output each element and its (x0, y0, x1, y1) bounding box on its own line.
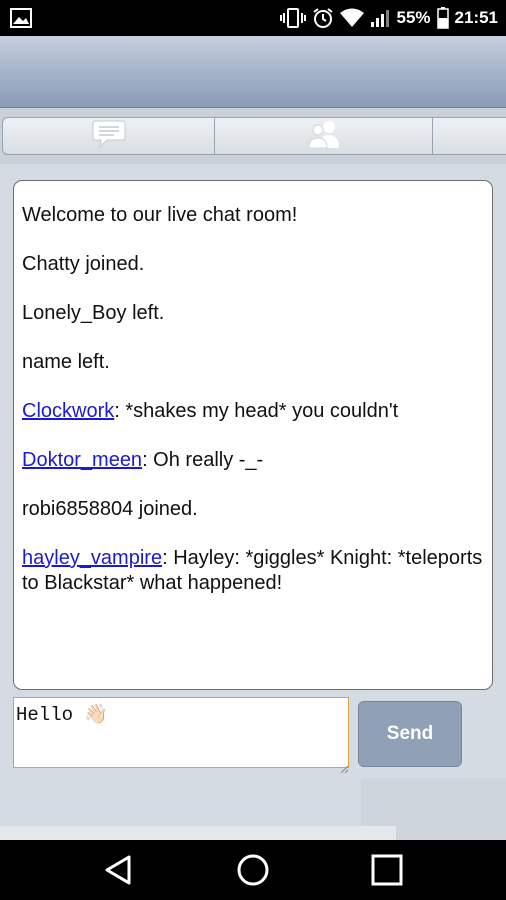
message-input[interactable]: Hello 👋🏻 (13, 697, 349, 768)
footer-strip (0, 826, 396, 840)
chat-message: Doktor_meen: Oh really -_- (22, 449, 264, 471)
username-link[interactable]: Doktor_meen (22, 449, 142, 471)
navigation-bar (0, 840, 506, 900)
chat-message: Lonely_Boy left. (22, 302, 165, 324)
chat-message: name left. (22, 351, 110, 373)
gallery-icon (10, 8, 32, 28)
vibrate-icon (280, 8, 307, 28)
app-header (0, 36, 506, 108)
battery-percent: 55% (396, 8, 431, 27)
status-bar: 55% 21:51 (0, 0, 506, 36)
tab-bar (0, 108, 506, 164)
tab-more[interactable] (432, 117, 506, 155)
recents-icon[interactable] (369, 852, 405, 888)
chat-message: Welcome to our live chat room! (22, 204, 298, 226)
chat-log: Welcome to our live chat room! Chatty jo… (13, 180, 493, 690)
chat-bubble-icon (92, 119, 126, 154)
tab-chat[interactable] (2, 117, 215, 155)
username-link[interactable]: hayley_vampire (22, 547, 162, 569)
chat-message: hayley_vampire: Hayley: *giggles* Knight… (22, 547, 483, 594)
battery-icon (436, 7, 449, 29)
send-button[interactable]: Send (358, 701, 462, 767)
clock: 21:51 (454, 8, 498, 27)
back-icon[interactable] (101, 852, 137, 888)
wifi-icon (340, 8, 365, 28)
chat-message: Chatty joined. (22, 253, 145, 275)
users-icon (305, 119, 343, 154)
username-link[interactable]: Clockwork (22, 400, 114, 422)
alarm-icon (312, 7, 334, 29)
tab-users[interactable] (214, 117, 433, 155)
home-icon[interactable] (235, 852, 271, 888)
signal-icon (370, 8, 390, 28)
composer: Hello 👋🏻 Send (0, 690, 506, 840)
chat-message: robi6858804 joined. (22, 498, 198, 520)
chat-message: Clockwork: *shakes my head* you couldn't (22, 400, 399, 422)
resize-grip-icon[interactable] (340, 760, 349, 774)
